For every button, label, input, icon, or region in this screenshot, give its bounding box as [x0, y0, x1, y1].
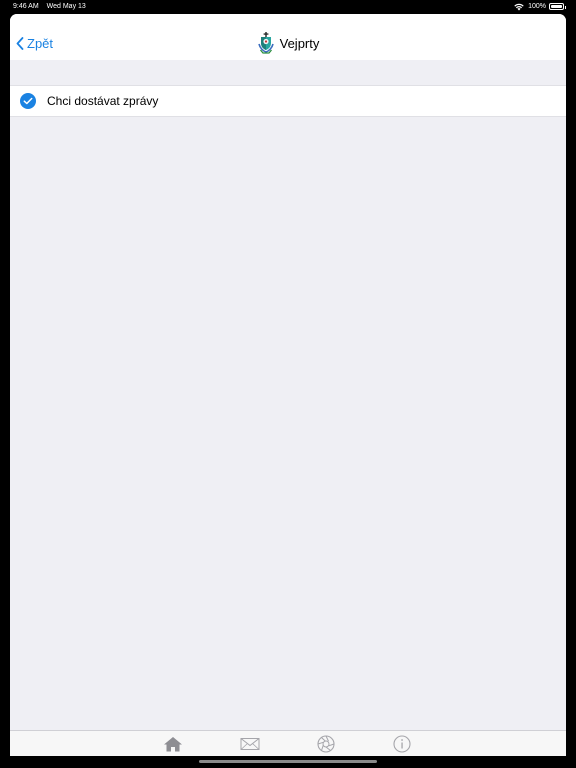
- nav-title-group: Vejprty: [10, 32, 566, 54]
- status-left: 9:46 AM Wed May 13: [13, 0, 92, 13]
- wifi-icon: [514, 3, 524, 10]
- info-icon: [393, 735, 411, 753]
- device-frame: 9:46 AM Wed May 13 100% Zpět Vejprty Chc…: [0, 0, 576, 768]
- battery-icon: [549, 3, 566, 10]
- page-title: Vejprty: [279, 35, 320, 51]
- status-date: Wed May 13: [46, 3, 86, 10]
- navigation-bar: Zpět Vejprty: [10, 14, 566, 60]
- tab-bar: [10, 730, 566, 756]
- app-screen: Zpět Vejprty Chci dostávat zprávy: [10, 14, 566, 756]
- battery-percent: 100%: [528, 3, 546, 10]
- status-right: 100%: [514, 0, 566, 13]
- checkmark-icon[interactable]: [20, 93, 36, 109]
- settings-list: Chci dostávat zprávy: [10, 85, 566, 117]
- tab-home[interactable]: [161, 734, 185, 754]
- tab-camera[interactable]: [314, 734, 338, 754]
- town-crest-icon: [257, 32, 274, 54]
- mail-icon: [240, 738, 260, 750]
- receive-messages-label: Chci dostávat zprávy: [47, 94, 159, 108]
- status-time: 9:46 AM: [13, 3, 39, 10]
- tab-messages[interactable]: [238, 734, 262, 754]
- checkmark-glyph: [23, 97, 33, 105]
- tab-info[interactable]: [390, 734, 414, 754]
- home-icon: [164, 737, 182, 752]
- home-indicator[interactable]: [199, 760, 377, 763]
- receive-messages-row[interactable]: Chci dostávat zprávy: [10, 86, 566, 116]
- status-bar: 9:46 AM Wed May 13 100%: [0, 0, 576, 13]
- battery-fill: [551, 5, 562, 8]
- aperture-icon: [317, 735, 335, 753]
